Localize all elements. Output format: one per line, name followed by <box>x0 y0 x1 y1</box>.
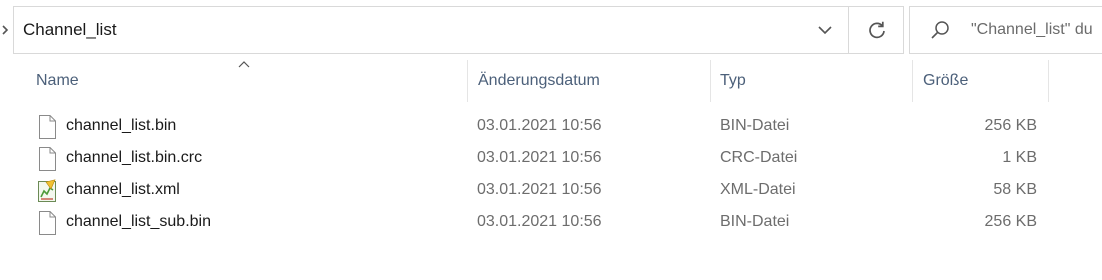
generic-file-icon <box>39 211 56 235</box>
file-row[interactable]: channel_list.xml 03.01.2021 10:56 XML-Da… <box>24 175 1064 207</box>
refresh-icon <box>868 21 885 39</box>
chevron-down-icon <box>818 26 832 35</box>
address-bar[interactable]: Channel_list <box>13 6 904 54</box>
sort-ascending-icon <box>238 61 250 68</box>
column-header-name[interactable]: Name <box>36 60 79 102</box>
file-size: 58 KB <box>993 181 1037 198</box>
file-date: 03.01.2021 10:56 <box>477 117 602 134</box>
file-row[interactable]: channel_list_sub.bin 03.01.2021 10:56 BI… <box>24 207 1064 239</box>
xml-file-icon <box>38 179 56 202</box>
file-date: 03.01.2021 10:56 <box>477 181 602 198</box>
column-header-size[interactable]: Größe <box>923 60 968 102</box>
file-date: 03.01.2021 10:56 <box>477 213 602 230</box>
file-size: 256 KB <box>984 117 1037 134</box>
file-name[interactable]: channel_list_sub.bin <box>66 213 211 231</box>
search-box[interactable]: "Channel_list" du <box>909 6 1102 54</box>
file-type: BIN-Datei <box>720 213 790 230</box>
column-divider[interactable] <box>912 60 913 102</box>
column-header-row: Name Änderungsdatum Typ Größe <box>0 60 1102 102</box>
column-divider[interactable] <box>710 60 711 102</box>
column-divider[interactable] <box>1048 60 1049 102</box>
file-row[interactable]: channel_list.bin 03.01.2021 10:56 BIN-Da… <box>24 111 1064 143</box>
refresh-button[interactable] <box>849 7 904 53</box>
file-type: XML-Datei <box>720 181 796 198</box>
file-size: 1 KB <box>1002 149 1037 166</box>
file-date: 03.01.2021 10:56 <box>477 149 602 166</box>
address-path[interactable]: Channel_list <box>23 20 117 40</box>
file-name[interactable]: channel_list.xml <box>66 181 180 199</box>
file-size: 256 KB <box>984 213 1037 230</box>
column-header-type[interactable]: Typ <box>720 60 746 102</box>
file-name[interactable]: channel_list.bin.crc <box>66 149 202 167</box>
toolbar: Channel_list "Channel_list" du <box>0 0 1102 60</box>
address-dropdown-button[interactable] <box>802 7 848 53</box>
search-icon <box>931 21 949 39</box>
generic-file-icon <box>39 147 56 171</box>
file-type: BIN-Datei <box>720 117 790 134</box>
file-name[interactable]: channel_list.bin <box>66 117 176 135</box>
file-row[interactable]: channel_list.bin.crc 03.01.2021 10:56 CR… <box>24 143 1064 175</box>
expand-chevron-icon[interactable] <box>0 22 10 38</box>
column-divider[interactable] <box>467 60 468 102</box>
file-type: CRC-Datei <box>720 149 798 166</box>
column-header-date[interactable]: Änderungsdatum <box>478 60 600 102</box>
generic-file-icon <box>39 115 56 139</box>
search-placeholder[interactable]: "Channel_list" du <box>971 21 1093 39</box>
